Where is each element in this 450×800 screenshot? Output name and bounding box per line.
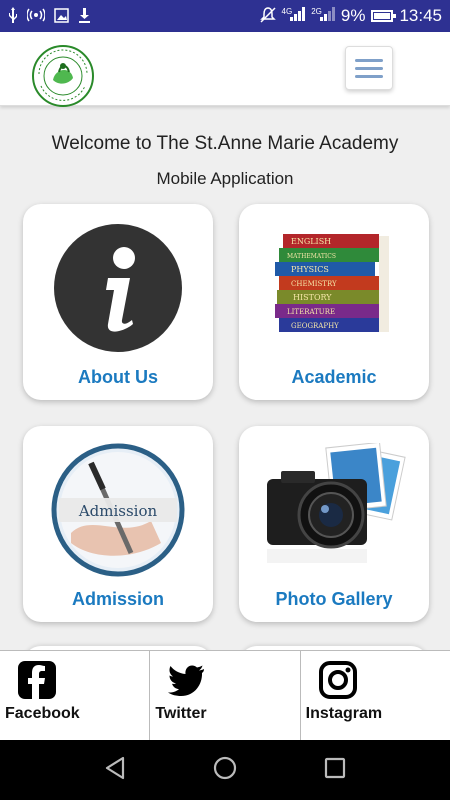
image-icon — [54, 7, 69, 25]
instagram-label: Instagram — [305, 705, 383, 722]
svg-text:CHEMISTRY: CHEMISTRY — [291, 280, 337, 288]
card-label: Photo Gallery — [275, 589, 393, 609]
admission-icon: Admission — [23, 440, 213, 580]
svg-text:PHYSICS: PHYSICS — [291, 265, 329, 274]
card-label: About Us — [78, 367, 158, 387]
home-icon[interactable] — [213, 756, 237, 785]
battery-charging-icon — [371, 10, 397, 22]
instagram-button[interactable]: Instagram — [301, 651, 450, 740]
svg-text:HISTORY: HISTORY — [293, 293, 332, 302]
books-icon: ENGLISH MATHEMATICS PHYSICS CHEMISTRY HI… — [239, 218, 429, 358]
svg-text:ENGLISH: ENGLISH — [291, 237, 331, 246]
svg-text:GEOGRAPHY: GEOGRAPHY — [291, 322, 339, 330]
facebook-icon — [18, 661, 56, 699]
social-bar: Facebook Twitter Instagram — [0, 650, 450, 740]
svg-text:LITERATURE: LITERATURE — [287, 308, 335, 316]
photo-gallery-card[interactable]: Photo Gallery — [239, 426, 429, 622]
welcome-heading: Welcome to The St.Anne Marie Academy — [51, 133, 399, 154]
usb-icon — [8, 7, 18, 25]
instagram-icon — [318, 661, 357, 699]
download-icon — [78, 7, 91, 25]
card-label: Academic — [291, 367, 377, 387]
info-icon — [23, 218, 213, 358]
camera-icon — [239, 440, 429, 580]
battery-percent: 9% — [340, 6, 366, 25]
app-header — [0, 32, 450, 108]
svg-text:MATHEMATICS: MATHEMATICS — [287, 253, 336, 260]
facebook-label: Facebook — [5, 705, 80, 722]
facebook-button[interactable]: Facebook — [0, 651, 151, 740]
twitter-label: Twitter — [155, 705, 207, 722]
system-navigation-bar — [0, 740, 450, 800]
academy-logo[interactable] — [31, 44, 95, 108]
hotspot-icon — [26, 8, 46, 24]
recents-icon[interactable] — [324, 757, 346, 784]
twitter-button[interactable]: Twitter — [150, 651, 301, 740]
clock: 13:45 — [399, 6, 442, 25]
card-label: Admission — [71, 589, 164, 609]
back-icon[interactable] — [104, 756, 126, 785]
signal-icon: 4G — [282, 6, 306, 26]
status-bar: 4G 2G 9% 13:45 — [0, 0, 450, 32]
signal-icon: 2G — [311, 6, 335, 26]
svg-text:Admission: Admission — [78, 502, 158, 520]
twitter-icon — [168, 661, 206, 699]
hamburger-menu-icon[interactable] — [345, 46, 393, 90]
welcome-subheading: Mobile Application — [156, 169, 294, 188]
about-us-card[interactable]: About Us — [23, 204, 213, 400]
mute-icon — [259, 7, 276, 25]
academic-card[interactable]: ENGLISH MATHEMATICS PHYSICS CHEMISTRY HI… — [239, 204, 429, 400]
admission-card[interactable]: Admission Admission — [23, 426, 213, 622]
